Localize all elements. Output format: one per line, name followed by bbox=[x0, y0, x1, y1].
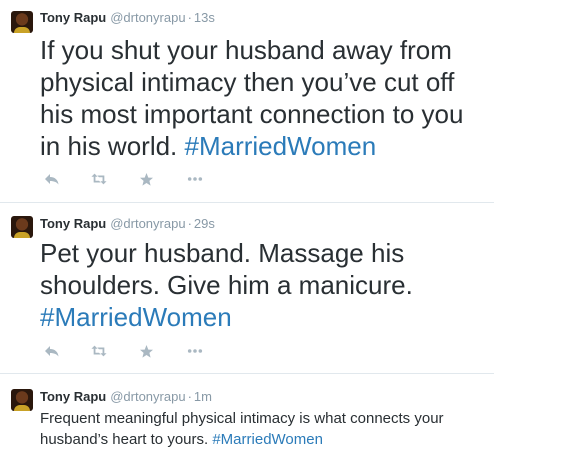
tweet-text: Pet your husband. Massage his shoulders.… bbox=[40, 237, 490, 333]
reply-icon[interactable] bbox=[44, 171, 60, 187]
hashtag-link[interactable]: #MarriedWomen bbox=[185, 131, 377, 161]
tweet-header: Tony Rapu @drtonyrapu · 1m bbox=[40, 389, 212, 405]
author-handle[interactable]: @drtonyrapu bbox=[110, 389, 185, 404]
more-icon[interactable] bbox=[187, 343, 203, 359]
timestamp[interactable]: 29s bbox=[194, 216, 215, 231]
more-icon[interactable] bbox=[187, 171, 203, 187]
author-name[interactable]: Tony Rapu bbox=[40, 216, 106, 231]
tweet-header: Tony Rapu @drtonyrapu · 29s bbox=[40, 216, 215, 232]
author-name[interactable]: Tony Rapu bbox=[40, 10, 106, 25]
tweet: Tony Rapu @drtonyrapu · 13s If you shut you… bbox=[0, 0, 494, 203]
hashtag-link[interactable]: #MarriedWomen bbox=[212, 431, 323, 448]
tweet: Tony Rapu @drtonyrapu · 1m Frequent meaning… bbox=[0, 374, 494, 461]
tweet-text: If you shut your husband away from physi… bbox=[40, 34, 490, 162]
avatar[interactable] bbox=[11, 11, 33, 33]
tweet-text: Frequent meaningful physical intimacy is… bbox=[40, 408, 480, 450]
tweet: Tony Rapu @drtonyrapu · 29s Pet your husban… bbox=[0, 203, 494, 374]
timestamp[interactable]: 13s bbox=[194, 10, 215, 25]
tweet-header: Tony Rapu @drtonyrapu · 13s bbox=[40, 10, 215, 26]
meta-separator: · bbox=[187, 389, 192, 404]
star-icon[interactable] bbox=[138, 343, 154, 359]
avatar[interactable] bbox=[11, 216, 33, 238]
retweet-icon[interactable] bbox=[91, 171, 107, 187]
tweet-body: Pet your husband. Massage his shoulders.… bbox=[40, 238, 413, 300]
reply-icon[interactable] bbox=[44, 343, 60, 359]
hashtag-link[interactable]: #MarriedWomen bbox=[40, 302, 232, 332]
author-name[interactable]: Tony Rapu bbox=[40, 389, 106, 404]
retweet-icon[interactable] bbox=[91, 343, 107, 359]
meta-separator: · bbox=[187, 216, 192, 231]
tweet-actions bbox=[44, 343, 203, 359]
tweet-actions bbox=[44, 171, 203, 187]
meta-separator: · bbox=[187, 10, 192, 25]
author-handle[interactable]: @drtonyrapu bbox=[110, 216, 185, 231]
timestamp[interactable]: 1m bbox=[194, 389, 212, 404]
star-icon[interactable] bbox=[138, 171, 154, 187]
avatar[interactable] bbox=[11, 389, 33, 411]
author-handle[interactable]: @drtonyrapu bbox=[110, 10, 185, 25]
